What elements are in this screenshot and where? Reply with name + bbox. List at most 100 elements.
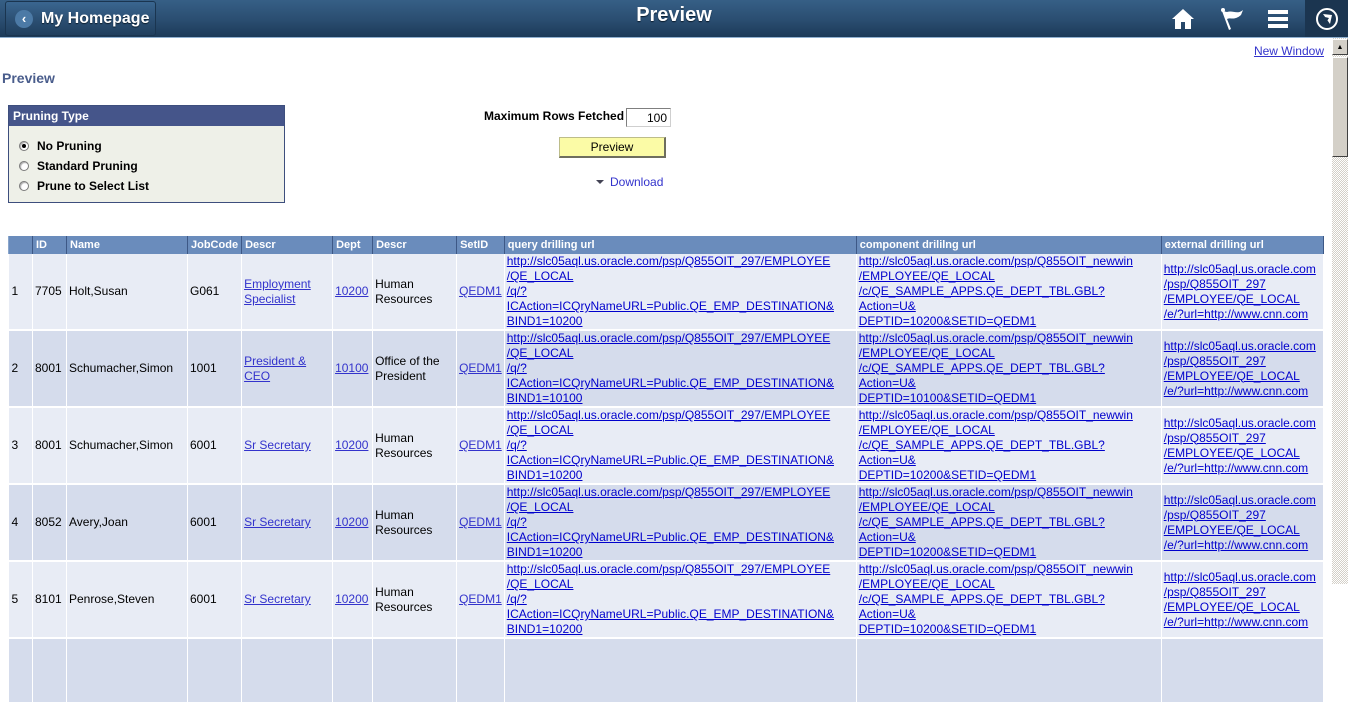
dept-link[interactable]: 10200 [335,284,368,298]
dept-link[interactable]: 10200 [335,438,368,452]
new-window-link[interactable]: New Window [1254,44,1324,58]
query-drilling-url-link[interactable]: http://slc05aql.us.oracle.com/psp/Q855OI… [507,331,834,405]
cell-component-url: http://slc05aql.us.oracle.com/psp/Q855OI… [856,330,1162,408]
col-header-dept[interactable]: Dept [332,236,374,254]
cell-job-descr: President & CEO [241,330,334,408]
radio-label: No Pruning [37,139,102,153]
radio-no-pruning[interactable]: No Pruning [19,139,102,153]
col-header-job-descr[interactable]: Descr [241,236,334,254]
cell-external-url: http://slc05aql.us.oracle.com /psp/Q855O… [1161,561,1324,639]
setid-link[interactable]: QEDM1 [459,515,502,529]
setid-link[interactable]: QEDM1 [459,592,502,606]
dept-link[interactable]: 10100 [335,361,368,375]
radio-button-selected[interactable] [19,141,29,151]
component-drilling-url-link[interactable]: http://slc05aql.us.oracle.com/psp/Q855OI… [859,408,1133,482]
col-header-name[interactable]: Name [66,236,188,254]
job-descr-link[interactable]: President & CEO [244,354,306,383]
row-number: 1 [8,254,33,331]
cell-external-url: http://slc05aql.us.oracle.com /psp/Q855O… [1161,254,1324,331]
cell-name: Schumacher,Simon [66,330,188,408]
cell-id: 7705 [32,254,67,331]
preview-button[interactable]: Preview [559,137,666,158]
cell-job-descr: Sr Secretary [241,561,334,639]
component-drilling-url-link[interactable]: http://slc05aql.us.oracle.com/psp/Q855OI… [859,254,1133,328]
scrollbar-thumb[interactable] [1332,57,1348,157]
my-homepage-label: My Homepage [41,9,150,27]
table-row [8,638,1324,704]
cell-dept: 10200 [332,254,374,331]
scroll-up-arrow-icon[interactable]: ▲ [1332,39,1348,55]
radio-button[interactable] [19,161,29,171]
cell-jobcode: 6001 [187,484,243,562]
query-drilling-url-link[interactable]: http://slc05aql.us.oracle.com/psp/Q855OI… [507,562,834,636]
cell-setid: QEDM1 [456,330,505,408]
cell-jobcode: 6001 [187,407,243,485]
download-link[interactable]: Download [596,175,663,189]
navbar-button[interactable] [1305,0,1348,37]
query-drilling-url-link[interactable]: http://slc05aql.us.oracle.com/psp/Q855OI… [507,485,834,559]
radio-prune-to-select-list[interactable]: Prune to Select List [19,179,149,193]
job-descr-link[interactable]: Sr Secretary [244,515,311,529]
dept-link[interactable]: 10200 [335,515,368,529]
setid-link[interactable]: QEDM1 [459,284,502,298]
my-homepage-button[interactable]: ‹ My Homepage [5,1,156,36]
cell-jobcode: 6001 [187,561,243,639]
notifications-button[interactable] [1212,0,1252,37]
cell-name: Penrose,Steven [66,561,188,639]
cell-external-url [1161,638,1324,704]
row-number [8,638,33,704]
external-drilling-url-link[interactable]: http://slc05aql.us.oracle.com /psp/Q855O… [1164,570,1316,629]
cell-dept: 10200 [332,561,374,639]
radio-standard-pruning[interactable]: Standard Pruning [19,159,138,173]
job-descr-link[interactable]: Sr Secretary [244,438,311,452]
col-header-jobcode[interactable]: JobCode [186,236,243,254]
cell-setid [456,638,505,704]
query-drilling-url-link[interactable]: http://slc05aql.us.oracle.com/psp/Q855OI… [507,408,834,482]
cell-id: 8001 [32,330,67,408]
cell-dept [332,638,374,704]
external-drilling-url-link[interactable]: http://slc05aql.us.oracle.com /psp/Q855O… [1164,416,1316,475]
radio-button[interactable] [19,181,29,191]
cell-job-descr: Sr Secretary [241,407,334,485]
back-arrow-icon: ‹ [15,9,33,28]
cell-component-url [856,638,1162,704]
job-descr-link[interactable]: Employment Specialist [244,277,311,306]
flag-icon [1221,7,1243,30]
cell-setid: QEDM1 [456,254,505,331]
col-header-external-url[interactable]: external drilling url [1160,236,1324,254]
external-drilling-url-link[interactable]: http://slc05aql.us.oracle.com /psp/Q855O… [1164,493,1316,552]
home-button[interactable] [1163,0,1203,37]
cell-jobcode [187,638,243,704]
actions-menu-button[interactable] [1258,0,1298,37]
table-row: 5 8101 Penrose,Steven 6001 Sr Secretary … [8,561,1324,639]
job-descr-link[interactable]: Sr Secretary [244,592,311,606]
radio-label: Standard Pruning [37,159,138,173]
col-header-dept-descr[interactable]: Descr [372,236,458,254]
row-number: 5 [8,561,33,639]
cell-name [66,638,188,704]
col-header-query-url[interactable]: query drilling url [503,236,857,254]
max-rows-input[interactable] [626,108,671,127]
component-drilling-url-link[interactable]: http://slc05aql.us.oracle.com/psp/Q855OI… [859,331,1133,405]
cell-setid: QEDM1 [456,484,505,562]
cell-dept-descr: Human Resources [372,254,458,331]
setid-link[interactable]: QEDM1 [459,361,502,375]
setid-link[interactable]: QEDM1 [459,438,502,452]
col-header-setid[interactable]: SetID [456,236,505,254]
col-header-id[interactable]: ID [32,236,67,254]
cell-jobcode: G061 [187,254,243,331]
cell-id: 8052 [32,484,67,562]
vertical-scrollbar[interactable]: ▲ [1332,38,1348,584]
component-drilling-url-link[interactable]: http://slc05aql.us.oracle.com/psp/Q855OI… [859,562,1133,636]
cell-dept-descr: Human Resources [372,484,458,562]
cell-id [32,638,67,704]
cell-query-url: http://slc05aql.us.oracle.com/psp/Q855OI… [504,484,857,562]
col-header-component-url[interactable]: component drililng url [855,236,1162,254]
grid-header-row: ID Name JobCode Descr Dept Descr SetID q… [8,236,1324,254]
external-drilling-url-link[interactable]: http://slc05aql.us.oracle.com /psp/Q855O… [1164,339,1316,398]
query-drilling-url-link[interactable]: http://slc05aql.us.oracle.com/psp/Q855OI… [507,254,834,328]
component-drilling-url-link[interactable]: http://slc05aql.us.oracle.com/psp/Q855OI… [859,485,1133,559]
cell-dept-descr: Human Resources [372,407,458,485]
dept-link[interactable]: 10200 [335,592,368,606]
external-drilling-url-link[interactable]: http://slc05aql.us.oracle.com /psp/Q855O… [1164,262,1316,321]
